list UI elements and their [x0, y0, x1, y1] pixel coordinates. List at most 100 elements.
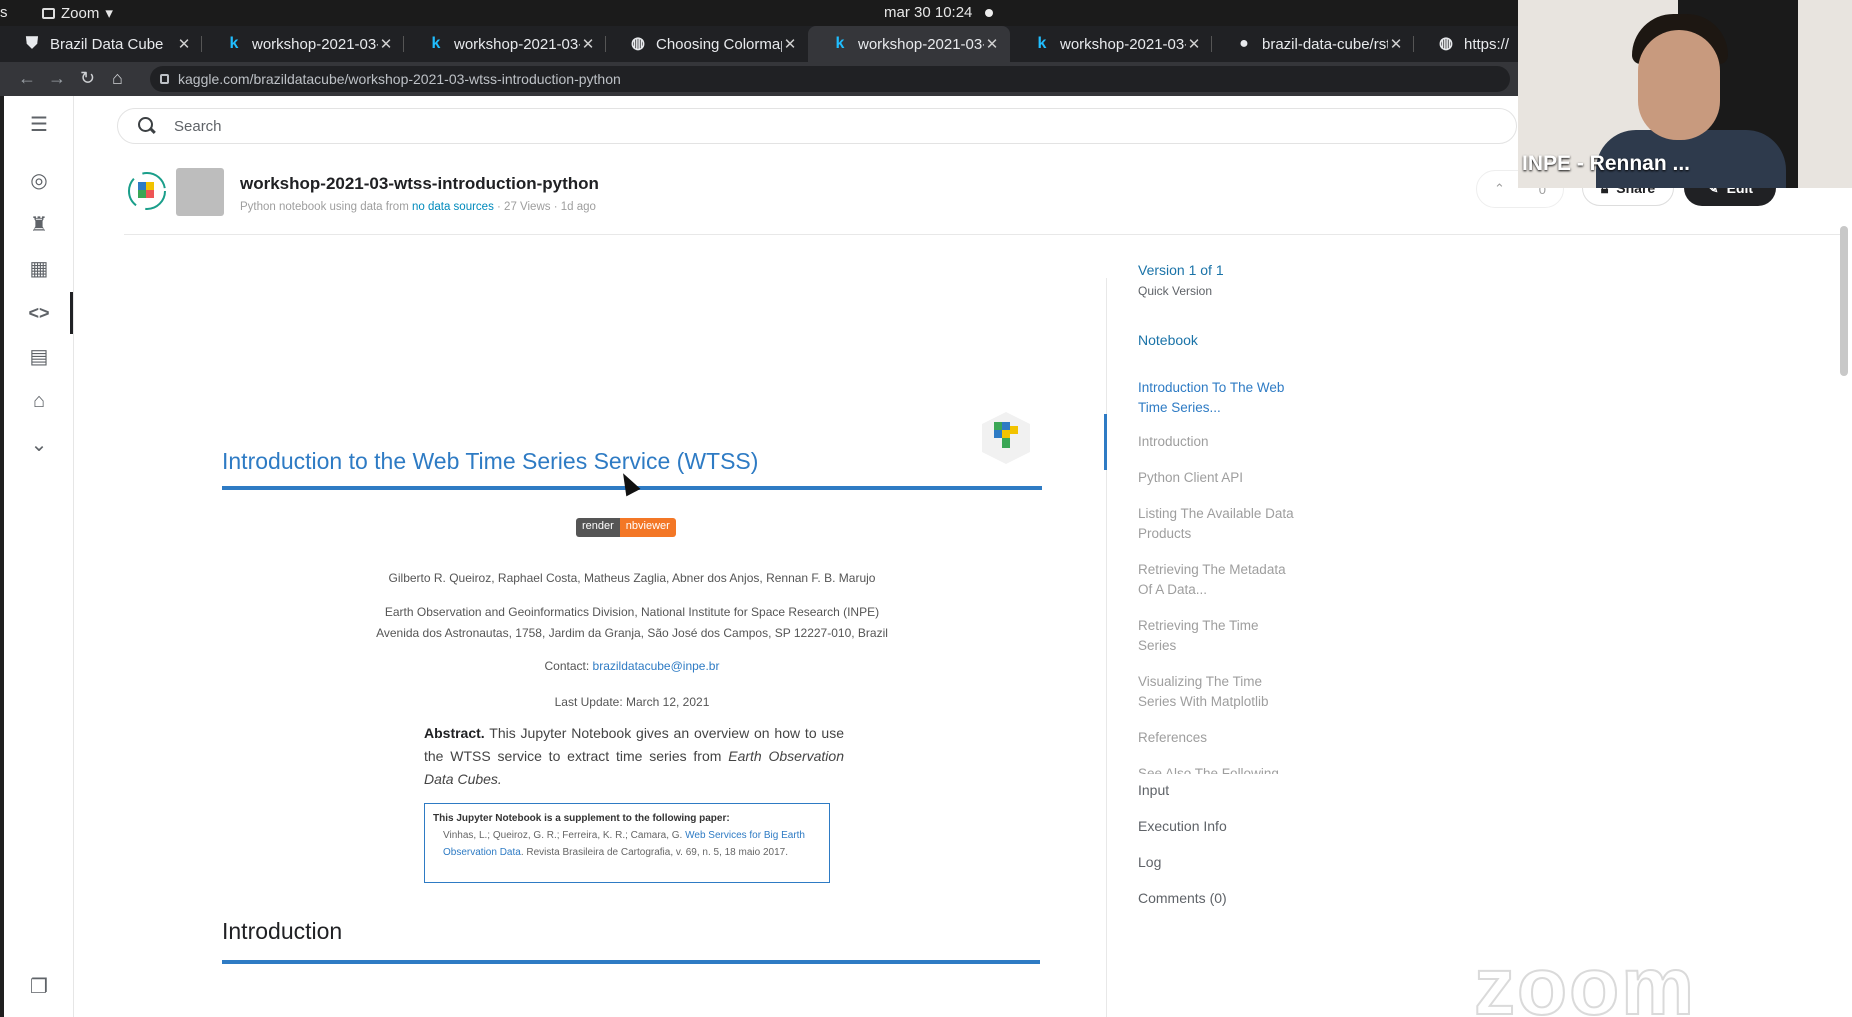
back-arrow-icon[interactable]: ←	[18, 68, 36, 89]
section-rule	[222, 960, 1040, 964]
meta-prefix: Python notebook using data from	[240, 201, 409, 213]
chevron-down-icon[interactable]: ⌄	[26, 432, 52, 458]
notebook-content: Introduction to the Web Time Series Serv…	[124, 236, 1114, 1017]
shield-icon: ⛊	[25, 35, 38, 52]
section-heading-introduction: Introduction	[222, 918, 343, 944]
header-divider	[124, 234, 1844, 235]
close-icon[interactable]: ✕	[1388, 35, 1404, 53]
paper-citation: Vinhas, L.; Queiroz, G. R.; Ferreira, K.…	[433, 827, 821, 861]
participant-name: INPE - Rennan ...	[1522, 152, 1691, 175]
version-link[interactable]: Version 1 of 1	[1138, 262, 1224, 278]
reload-icon[interactable]: ↻	[80, 68, 95, 89]
close-icon[interactable]: ✕	[378, 35, 394, 53]
paper-authors: Vinhas, L.; Queiroz, G. R.; Ferreira, K.…	[443, 830, 683, 841]
search-bar[interactable]: Search	[117, 108, 1517, 144]
trophy-icon[interactable]: ♜	[26, 212, 52, 238]
zoom-app-menu[interactable]: Zoom ▾	[42, 4, 113, 22]
github-icon: ●	[1239, 35, 1249, 52]
toc-item[interactable]: See Also The Following	[1138, 764, 1298, 774]
kaggle-k-icon: k	[229, 35, 239, 52]
search-placeholder: Search	[174, 117, 222, 135]
toc-item[interactable]: Retrieving The Time Series	[1138, 616, 1298, 656]
tab-title: workshop-2021-03-	[252, 35, 378, 53]
meta-suffix: · 27 Views · 1d ago	[497, 201, 596, 213]
clock[interactable]: mar 30 10:24	[884, 4, 972, 21]
brazil-data-cube-logo	[128, 172, 166, 210]
avatar[interactable]	[176, 168, 224, 216]
toc-item[interactable]: Retrieving The Metadata Of A Data...	[1138, 560, 1298, 600]
tab-https[interactable]: ◍ https://	[1414, 26, 1524, 62]
close-icon[interactable]: ✕	[176, 35, 192, 53]
toc-item[interactable]: Introduction To The Web Time Series...	[1138, 378, 1298, 418]
badge-right: nbviewer	[619, 518, 676, 537]
tab-title: workshop-2021-03-	[858, 35, 984, 53]
toc-section-log[interactable]: Log	[1138, 854, 1161, 870]
toc-section-execution-info[interactable]: Execution Info	[1138, 818, 1227, 834]
tab-brazil-data-cube[interactable]: ⛊ Brazil Data Cube ✕	[0, 26, 202, 62]
layers-icon[interactable]: ❐	[26, 974, 52, 1000]
tab-title: workshop-2021-03-	[454, 35, 580, 53]
compass-icon[interactable]: ◎	[26, 168, 52, 194]
abstract-label: Abstract.	[424, 725, 485, 741]
url-field[interactable]: kaggle.com/brazildatacube/workshop-2021-…	[150, 66, 1510, 92]
affiliation-line-2: Avenida dos Astronautas, 1758, Jardim da…	[376, 626, 888, 640]
affiliation-line-1: Earth Observation and Geoinformatics Div…	[384, 605, 880, 619]
lock-icon	[160, 74, 169, 84]
toc-item[interactable]: Listing The Available Data Products	[1138, 504, 1298, 544]
toc-item[interactable]: Python Client API	[1138, 468, 1298, 488]
video-person-face	[1638, 30, 1720, 140]
notebook-meta: Python notebook using data from no data …	[240, 201, 596, 213]
code-icon[interactable]: <>	[26, 292, 73, 334]
toc-item[interactable]: References	[1138, 728, 1298, 748]
page-scrollbar[interactable]	[1840, 226, 1848, 376]
toc-item[interactable]: Visualizing The Time Series With Matplot…	[1138, 672, 1298, 712]
forward-arrow-icon[interactable]: →	[48, 68, 66, 89]
home-icon[interactable]: ⌂	[112, 68, 123, 89]
app-name: Zoom	[61, 4, 100, 22]
kaggle-page: ☰ ◎ ♜ ▦ <> ▤ ⌂ ⌄ ❐ Search workshop-2021-…	[4, 96, 1852, 1017]
tab-github[interactable]: ● brazil-data-cube/rst ✕	[1212, 26, 1414, 62]
hamburger-menu-icon[interactable]: ☰	[26, 112, 52, 138]
zoom-video-tile[interactable]: INPE - Rennan ...	[1518, 0, 1852, 188]
os-edge-text: s	[0, 4, 8, 21]
tab-workshop-active[interactable]: k workshop-2021-03- ✕	[808, 26, 1010, 62]
tab-choosing-colormap[interactable]: ◍ Choosing Colormap ✕	[606, 26, 808, 62]
toc-item[interactable]: Introduction	[1138, 432, 1298, 452]
toc-section-input[interactable]: Input	[1138, 782, 1169, 798]
search-icon	[138, 117, 156, 135]
graduation-cap-icon[interactable]: ⌂	[26, 388, 52, 414]
toc-active-indicator	[1104, 414, 1107, 470]
tab-workshop-4[interactable]: k workshop-2021-03- ✕	[1010, 26, 1212, 62]
render-nbviewer-badge[interactable]: render nbviewer	[576, 518, 676, 537]
recording-dot-icon	[985, 9, 993, 17]
toc-section-comments[interactable]: Comments (0)	[1138, 890, 1227, 906]
left-nav-rail: ☰ ◎ ♜ ▦ <> ▤ ⌂ ⌄ ❐	[4, 96, 74, 1017]
globe-icon: ◍	[631, 35, 645, 52]
tab-title: Brazil Data Cube	[50, 35, 164, 53]
close-icon[interactable]: ✕	[782, 35, 798, 53]
notebook-title: workshop-2021-03-wtss-introduction-pytho…	[240, 174, 599, 193]
contact-email-link[interactable]: brazildatacube@inpe.br	[593, 659, 720, 673]
close-icon[interactable]: ✕	[580, 35, 596, 53]
close-icon[interactable]: ✕	[984, 35, 1000, 53]
tab-title: https://	[1464, 35, 1510, 53]
data-sources-link[interactable]: no data sources	[412, 201, 494, 213]
zoom-watermark: zoom	[1473, 940, 1697, 1017]
toc-divider	[1106, 278, 1107, 1017]
tab-workshop-1[interactable]: k workshop-2021-03- ✕	[202, 26, 404, 62]
tab-title: Choosing Colormap	[656, 35, 782, 53]
last-update: Last Update: March 12, 2021	[554, 695, 710, 709]
contact: Contact: brazildatacube@inpe.br	[222, 656, 1042, 677]
toc-notebook-link[interactable]: Notebook	[1138, 332, 1198, 348]
discussion-icon[interactable]: ▤	[26, 344, 52, 370]
authors: Gilberto R. Queiroz, Raphael Costa, Math…	[388, 571, 876, 585]
kaggle-k-icon: k	[431, 35, 441, 52]
affiliation: Earth Observation and Geoinformatics Div…	[222, 602, 1042, 644]
close-icon[interactable]: ✕	[1186, 35, 1202, 53]
contact-label: Contact:	[544, 659, 590, 673]
chevron-down-icon: ▾	[105, 5, 113, 22]
upvote-icon[interactable]: ⌃	[1494, 181, 1505, 197]
globe-icon: ◍	[1439, 35, 1453, 52]
table-icon[interactable]: ▦	[26, 256, 52, 282]
tab-workshop-2[interactable]: k workshop-2021-03- ✕	[404, 26, 606, 62]
